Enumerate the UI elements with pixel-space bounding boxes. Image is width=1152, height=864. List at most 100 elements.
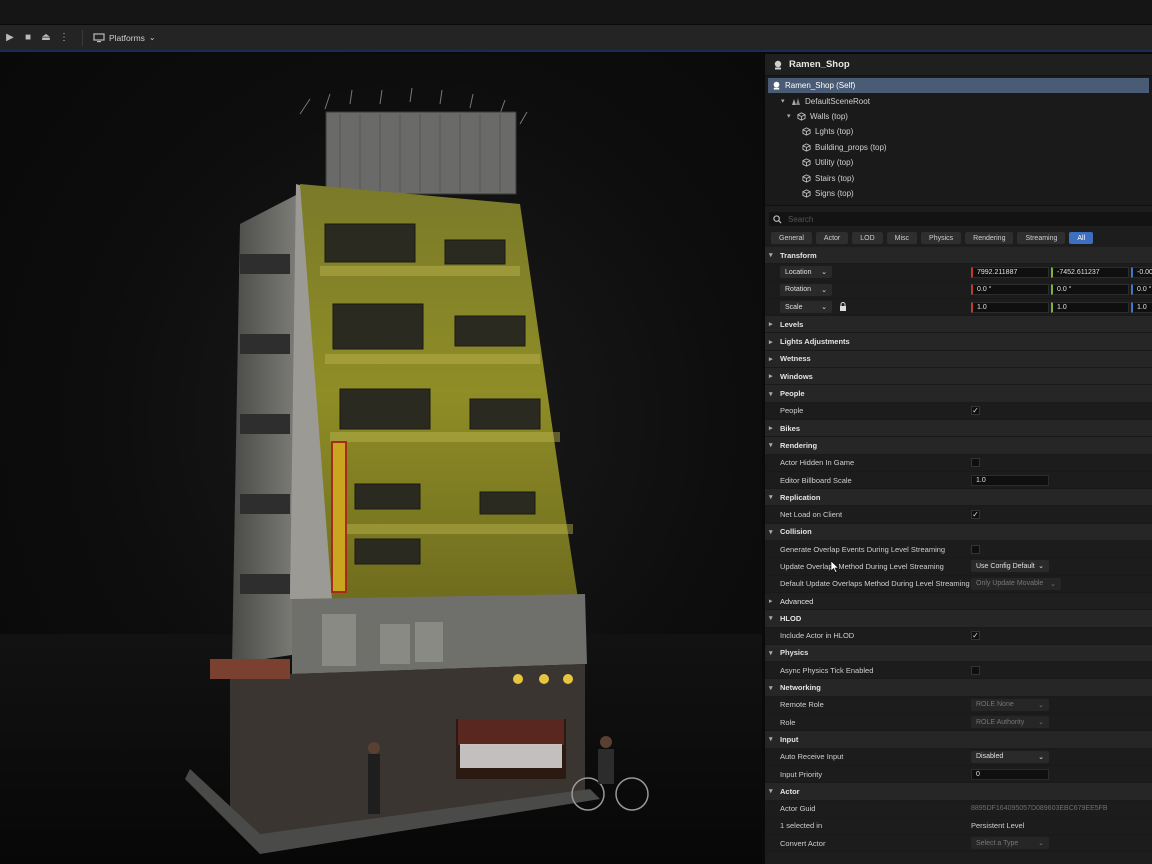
stop-icon[interactable]: ■ [20, 30, 36, 46]
role-dropdown[interactable]: ROLE Authority ⌄ [971, 716, 1049, 729]
row-actor-hidden: Actor Hidden In Game [765, 454, 1152, 472]
include-hlod-checkbox[interactable]: ✓ [971, 631, 980, 641]
section-transform[interactable]: ▾ Transform [765, 247, 1152, 265]
lock-icon[interactable] [839, 301, 847, 313]
filter-general[interactable]: General [771, 232, 812, 245]
dropdown-value: Disabled [976, 753, 1004, 761]
location-y-field[interactable]: -7452.611237 [1051, 266, 1129, 278]
scene-root-icon [792, 97, 800, 105]
section-wetness[interactable]: ▸ Wetness [765, 350, 1152, 369]
input-priority-field[interactable]: 0 [971, 768, 1049, 780]
section-label: Bikes [780, 423, 801, 433]
collapse-arrow-icon: ▾ [769, 494, 773, 502]
chevron-down-icon: ⌄ [821, 304, 827, 312]
section-replication[interactable]: ▾ Replication [765, 489, 1152, 507]
more-options-icon[interactable]: ⋮ [56, 30, 72, 46]
people-checkbox[interactable]: ✓ [971, 406, 980, 416]
row-remote-role: Remote Role ROLE None ⌄ [765, 696, 1152, 715]
rotation-label: Rotation [785, 286, 812, 294]
section-label: People [780, 389, 805, 399]
tree-item-label: Ramen_Shop (Self) [785, 81, 856, 91]
filter-physics[interactable]: Physics [921, 232, 962, 245]
billboard-scale-field[interactable]: 1.0 [971, 474, 1049, 486]
ramen-shop-building-render [0, 87, 762, 864]
tree-item-building-props[interactable]: Building_props (top) [765, 140, 1152, 155]
tree-item-self[interactable]: Ramen_Shop (Self) [768, 78, 1149, 94]
chevron-down-icon: ⌄ [1038, 753, 1044, 761]
prop-label: Actor Guid [780, 804, 816, 814]
rotation-x-field[interactable]: 0.0 ° [971, 284, 1049, 296]
tree-item-stairs[interactable]: Stairs (top) [765, 170, 1152, 185]
tree-item-walls[interactable]: ▾ Walls (top) [765, 109, 1152, 124]
location-dropdown[interactable]: Location ⌄ [780, 266, 832, 279]
net-load-checkbox[interactable]: ✓ [971, 510, 980, 520]
section-hlod[interactable]: ▾ HLOD [765, 610, 1152, 628]
checkmark-icon: ✓ [971, 406, 980, 416]
update-overlap-dropdown[interactable]: Use Config Default ⌄ [971, 560, 1049, 573]
filter-rendering[interactable]: Rendering [965, 232, 1014, 245]
location-z-field[interactable]: -0.00 [1131, 266, 1152, 278]
prop-label: Editor Billboard Scale [780, 475, 852, 485]
tree-item-default-scene-root[interactable]: ▾ DefaultSceneRoot [765, 93, 1152, 108]
scale-dropdown[interactable]: Scale ⌄ [780, 301, 832, 314]
tree-item-utility[interactable]: Utility (top) [765, 155, 1152, 170]
async-physics-checkbox[interactable] [971, 665, 980, 675]
location-x-field[interactable]: 7992.211887 [971, 266, 1049, 278]
dropdown-value: ROLE None [976, 701, 1014, 709]
expand-arrow-icon[interactable]: ▾ [787, 112, 793, 120]
actor-hidden-checkbox[interactable] [971, 458, 980, 468]
filter-streaming[interactable]: Streaming [1017, 232, 1066, 245]
location-label: Location [785, 268, 812, 276]
section-input[interactable]: ▾ Input [765, 731, 1152, 749]
section-lights-adjustments[interactable]: ▸ Lights Adjustments [765, 333, 1152, 351]
cube-icon [802, 143, 811, 152]
search-placeholder: Search [788, 214, 814, 224]
tree-item-label: Utility (top) [815, 158, 854, 168]
details-search-input[interactable]: Search [769, 212, 1152, 227]
checkbox-empty [971, 544, 980, 554]
convert-actor-dropdown[interactable]: Select a Type ⌄ [971, 837, 1049, 850]
section-collision[interactable]: ▾ Collision [765, 523, 1152, 542]
generate-overlap-checkbox[interactable] [971, 544, 980, 554]
section-physics[interactable]: ▾ Physics [765, 644, 1152, 663]
filter-actor[interactable]: Actor [815, 232, 849, 245]
rotation-y-field[interactable]: 0.0 ° [1051, 284, 1129, 296]
section-windows[interactable]: ▸ Windows [765, 368, 1152, 386]
expand-arrow-icon[interactable]: ▾ [781, 97, 787, 105]
level-viewport[interactable] [0, 54, 762, 864]
scale-z-field[interactable]: 1.0 [1131, 301, 1152, 313]
section-label: Input [780, 734, 799, 744]
section-actor[interactable]: ▾ Actor [765, 783, 1152, 801]
auto-receive-dropdown[interactable]: Disabled ⌄ [971, 750, 1049, 763]
filter-all[interactable]: All [1069, 232, 1094, 245]
collapse-arrow-icon: ▾ [769, 528, 773, 536]
scale-y-field[interactable]: 1.0 [1051, 301, 1129, 313]
eject-icon[interactable]: ⏏ [38, 30, 54, 46]
play-icon[interactable]: ▶ [2, 30, 18, 46]
default-update-dropdown[interactable]: Only Update Movable ⌄ [971, 577, 1061, 590]
filter-misc[interactable]: Misc [886, 232, 918, 245]
remote-role-dropdown[interactable]: ROLE None ⌄ [971, 698, 1049, 711]
collapse-arrow-icon: ▾ [769, 442, 773, 450]
section-rendering[interactable]: ▾ Rendering [765, 437, 1152, 455]
section-levels[interactable]: ▸ Levels [765, 316, 1152, 334]
filter-lod[interactable]: LOD [852, 232, 883, 245]
checkbox-empty [971, 458, 980, 468]
rotation-z-field[interactable]: 0.0 ° [1131, 284, 1152, 296]
component-tree: Ramen_Shop (Self) ▾ DefaultSceneRoot ▾ W… [765, 76, 1152, 207]
tree-item-lights[interactable]: Lghts (top) [765, 124, 1152, 139]
section-advanced[interactable]: ▸ Advanced [765, 592, 1152, 611]
scale-x-field[interactable]: 1.0 [971, 301, 1049, 313]
platforms-button[interactable]: Platforms ⌄ [93, 33, 156, 43]
prop-label: Async Physics Tick Enabled [780, 665, 874, 675]
dropdown-value: Use Config Default [976, 562, 1035, 570]
section-bikes[interactable]: ▸ Bikes [765, 419, 1152, 438]
row-role: Role ROLE Authority ⌄ [765, 714, 1152, 732]
section-people[interactable]: ▾ People [765, 385, 1152, 403]
expand-arrow-icon: ▸ [769, 338, 773, 346]
collapse-arrow-icon: ▾ [769, 615, 773, 623]
tree-item-signs[interactable]: Signs (top) [765, 186, 1152, 201]
rotation-dropdown[interactable]: Rotation ⌄ [780, 283, 832, 296]
details-header: Ramen_Shop [765, 54, 1152, 76]
section-networking[interactable]: ▾ Networking [765, 679, 1152, 697]
